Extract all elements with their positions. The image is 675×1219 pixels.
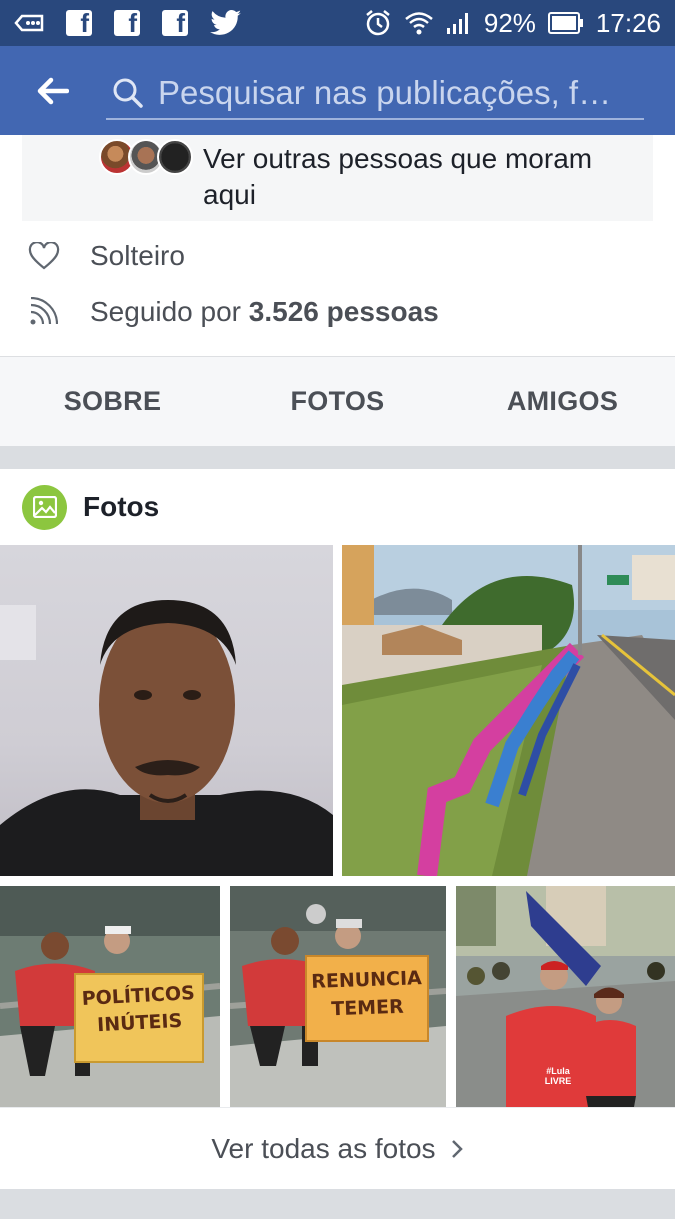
photo-protest-sign-2[interactable]: RENUNCIA TEMER [230,886,446,1107]
tab-about[interactable]: SOBRE [0,386,225,417]
follower-count: 3.526 pessoas [248,296,439,327]
section-divider [0,446,675,469]
profile-tabs: SOBRE FOTOS AMIGOS [0,356,675,446]
relationship-status: Solteiro [90,240,185,271]
facebook-notification-icon [162,8,188,39]
back-arrow-icon [37,77,69,104]
photo-rally-flag[interactable]: #Lula LIVRE [456,886,675,1107]
wifi-icon [405,12,433,35]
battery-percent: 92% [483,7,536,38]
followed-prefix: Seguido por [90,296,242,327]
photo-street-railing[interactable] [342,545,675,876]
followers-row: Seguido por 3.526 pessoas [0,284,675,342]
clock: 17:26 [595,7,661,38]
avatar-stack [99,139,199,177]
see-neighbors-link[interactable]: Ver outras pessoas que moram aqui [22,135,653,221]
see-all-photos-link[interactable]: Ver todas as fotos [0,1107,675,1189]
shirt-text: #Lula LIVRE [544,1066,572,1086]
signal-icon [446,13,468,34]
photos-header: Fotos [0,469,675,545]
facebook-notification-icon [66,8,92,39]
battery-icon [547,12,583,34]
protest-sign-2-text: RENUNCIA TEMER [310,967,423,1021]
voicemail-icon [14,14,44,32]
back-button[interactable] [0,46,106,135]
tab-photos[interactable]: FOTOS [225,386,450,417]
avatar [157,139,193,175]
rss-icon [30,297,58,325]
alarm-icon [366,10,390,36]
photo-grid: POLÍTICOS INÚTEIS RENUNCIA TEMER #Lula L… [0,545,675,1107]
heart-icon [28,242,60,270]
search-icon [113,78,143,108]
tab-friends[interactable]: AMIGOS [450,386,675,417]
relationship-row: Solteiro [0,228,675,284]
photo-portrait[interactable] [0,545,333,876]
photos-section: Fotos POLÍTICOS INÚTEIS RENUNCIA TEMER #… [0,469,675,1189]
search-header: Pesquisar nas publicações, f… [0,46,675,135]
protest-sign-1-text: POLÍTICOS INÚTEIS [81,982,196,1037]
search-placeholder: Pesquisar nas publicações, f… [158,74,612,111]
status-bar: 92% 17:26 [0,0,675,46]
photos-title: Fotos [83,491,160,522]
twitter-icon [210,10,241,35]
facebook-notification-icon [114,8,140,39]
photo-protest-sign-1[interactable]: POLÍTICOS INÚTEIS [0,886,220,1107]
photos-icon [22,484,67,530]
chevron-right-icon [451,1139,463,1158]
see-neighbors-text: Ver outras pessoas que moram aqui [203,143,593,210]
search-input[interactable]: Pesquisar nas publicações, f… [106,68,644,120]
see-all-photos-label: Ver todas as fotos [211,1132,436,1164]
section-divider [0,1189,675,1219]
